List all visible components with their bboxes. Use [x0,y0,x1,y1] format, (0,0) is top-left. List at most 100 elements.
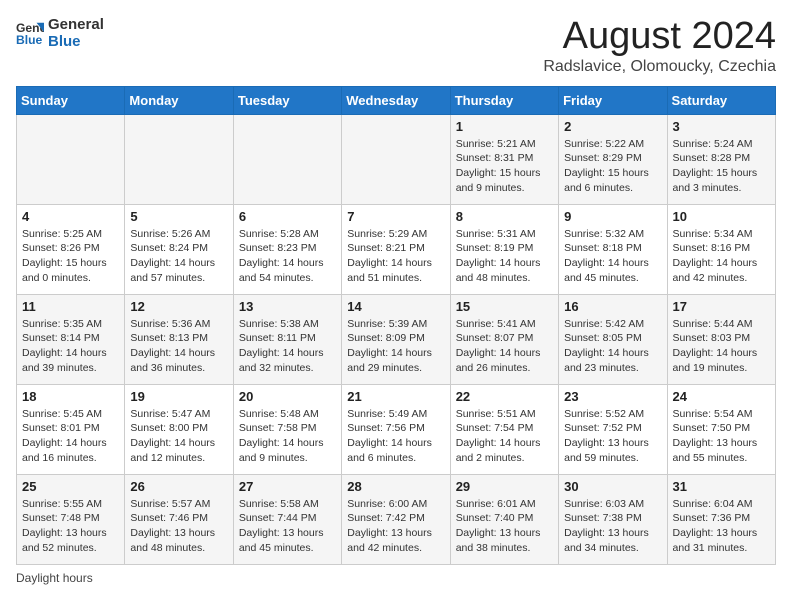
day-cell: 5Sunrise: 5:26 AM Sunset: 8:24 PM Daylig… [125,204,233,294]
day-cell: 8Sunrise: 5:31 AM Sunset: 8:19 PM Daylig… [450,204,558,294]
day-number: 22 [456,389,553,404]
day-info: Sunrise: 5:57 AM Sunset: 7:46 PM Dayligh… [130,497,227,556]
day-info: Sunrise: 5:26 AM Sunset: 8:24 PM Dayligh… [130,227,227,286]
day-info: Sunrise: 5:41 AM Sunset: 8:07 PM Dayligh… [456,317,553,376]
day-cell: 7Sunrise: 5:29 AM Sunset: 8:21 PM Daylig… [342,204,450,294]
day-cell [233,114,341,204]
day-info: Sunrise: 5:24 AM Sunset: 8:28 PM Dayligh… [673,137,770,196]
week-row-2: 4 Sunrise: 5:25 AM Sunset: 8:26 PM Daylig… [17,204,776,294]
week-row-5: 25 Sunrise: 5:55 AM Sunset: 7:48 PM Dayli… [17,474,776,564]
day-info: Sunrise: 5:58 AM Sunset: 7:44 PM Dayligh… [239,497,336,556]
day-number: 14 [347,299,444,314]
day-number: 27 [239,479,336,494]
day-cell: 30Sunrise: 6:03 AM Sunset: 7:38 PM Dayli… [559,474,667,564]
page-header: General Blue General Blue August 2024 Ra… [16,16,776,76]
day-cell: 15 Sunrise: 5:41 AM Sunset: 8:07 PM Dayli… [450,294,558,384]
day-cell [342,114,450,204]
day-cell: 31 Sunrise: 6:04 AM Sunset: 7:36 PM Dayli… [667,474,775,564]
day-info: Sunrise: 5:39 AM Sunset: 8:09 PM Dayligh… [347,317,444,376]
day-cell: 14 Sunrise: 5:39 AM Sunset: 8:09 PM Dayli… [342,294,450,384]
day-cell: 27 Sunrise: 5:58 AM Sunset: 7:44 PM Dayli… [233,474,341,564]
day-number: 31 [673,479,770,494]
logo-general: General [48,16,104,33]
day-number: 29 [456,479,553,494]
day-number: 1 [456,119,553,134]
week-row-3: 11 Sunrise: 5:35 AM Sunset: 8:14 PM Dayli… [17,294,776,384]
day-info: Sunrise: 5:22 AM Sunset: 8:29 PM Dayligh… [564,137,661,196]
logo: General Blue General Blue [16,16,104,50]
day-info: Sunrise: 6:00 AM Sunset: 7:42 PM Dayligh… [347,497,444,556]
day-info: Sunrise: 5:49 AM Sunset: 7:56 PM Dayligh… [347,407,444,466]
day-cell [125,114,233,204]
day-info: Sunrise: 5:28 AM Sunset: 8:23 PM Dayligh… [239,227,336,286]
day-cell: 25 Sunrise: 5:55 AM Sunset: 7:48 PM Dayli… [17,474,125,564]
day-info: Sunrise: 5:45 AM Sunset: 8:01 PM Dayligh… [22,407,119,466]
day-number: 13 [239,299,336,314]
day-number: 2 [564,119,661,134]
day-number: 10 [673,209,770,224]
day-cell: 12Sunrise: 5:36 AM Sunset: 8:13 PM Dayli… [125,294,233,384]
day-header-sunday: Sunday [17,86,125,114]
day-cell: 16 Sunrise: 5:42 AM Sunset: 8:05 PM Dayli… [559,294,667,384]
calendar-title: August 2024 [543,16,776,58]
day-number: 28 [347,479,444,494]
day-info: Sunrise: 5:31 AM Sunset: 8:19 PM Dayligh… [456,227,553,286]
day-cell: 21 Sunrise: 5:49 AM Sunset: 7:56 PM Dayli… [342,384,450,474]
day-cell: 11 Sunrise: 5:35 AM Sunset: 8:14 PM Dayli… [17,294,125,384]
day-cell: 10 Sunrise: 5:34 AM Sunset: 8:16 PM Dayli… [667,204,775,294]
logo-icon: General Blue [16,19,44,47]
day-cell: 22 Sunrise: 5:51 AM Sunset: 7:54 PM Dayli… [450,384,558,474]
day-number: 4 [22,209,119,224]
day-info: Sunrise: 5:44 AM Sunset: 8:03 PM Dayligh… [673,317,770,376]
day-cell: 28 Sunrise: 6:00 AM Sunset: 7:42 PM Dayli… [342,474,450,564]
day-number: 3 [673,119,770,134]
day-info: Sunrise: 6:01 AM Sunset: 7:40 PM Dayligh… [456,497,553,556]
day-info: Sunrise: 5:55 AM Sunset: 7:48 PM Dayligh… [22,497,119,556]
day-number: 17 [673,299,770,314]
day-number: 6 [239,209,336,224]
day-cell: 17 Sunrise: 5:44 AM Sunset: 8:03 PM Dayli… [667,294,775,384]
svg-text:Blue: Blue [16,33,43,47]
day-cell: 26Sunrise: 5:57 AM Sunset: 7:46 PM Dayli… [125,474,233,564]
day-info: Sunrise: 5:42 AM Sunset: 8:05 PM Dayligh… [564,317,661,376]
calendar-table: SundayMondayTuesdayWednesdayThursdayFrid… [16,86,776,565]
day-number: 19 [130,389,227,404]
day-number: 15 [456,299,553,314]
day-number: 7 [347,209,444,224]
logo-blue: Blue [48,33,81,50]
day-number: 30 [564,479,661,494]
day-number: 11 [22,299,119,314]
day-info: Sunrise: 6:04 AM Sunset: 7:36 PM Dayligh… [673,497,770,556]
calendar-body: 1Sunrise: 5:21 AM Sunset: 8:31 PM Daylig… [17,114,776,564]
day-cell: 4 Sunrise: 5:25 AM Sunset: 8:26 PM Daylig… [17,204,125,294]
calendar-subtitle: Radslavice, Olomoucky, Czechia [543,58,776,76]
day-number: 25 [22,479,119,494]
day-number: 9 [564,209,661,224]
day-number: 16 [564,299,661,314]
day-cell: 18Sunrise: 5:45 AM Sunset: 8:01 PM Dayli… [17,384,125,474]
day-number: 20 [239,389,336,404]
day-number: 21 [347,389,444,404]
day-cell: 20Sunrise: 5:48 AM Sunset: 7:58 PM Dayli… [233,384,341,474]
week-row-4: 18Sunrise: 5:45 AM Sunset: 8:01 PM Dayli… [17,384,776,474]
day-cell: 24Sunrise: 5:54 AM Sunset: 7:50 PM Dayli… [667,384,775,474]
day-info: Sunrise: 5:38 AM Sunset: 8:11 PM Dayligh… [239,317,336,376]
day-info: Sunrise: 5:35 AM Sunset: 8:14 PM Dayligh… [22,317,119,376]
day-number: 24 [673,389,770,404]
day-info: Sunrise: 5:51 AM Sunset: 7:54 PM Dayligh… [456,407,553,466]
week-row-1: 1Sunrise: 5:21 AM Sunset: 8:31 PM Daylig… [17,114,776,204]
day-info: Sunrise: 5:25 AM Sunset: 8:26 PM Dayligh… [22,227,119,286]
day-header-saturday: Saturday [667,86,775,114]
day-info: Sunrise: 5:47 AM Sunset: 8:00 PM Dayligh… [130,407,227,466]
day-header-wednesday: Wednesday [342,86,450,114]
title-block: August 2024 Radslavice, Olomoucky, Czech… [543,16,776,76]
day-number: 23 [564,389,661,404]
day-cell: 6 Sunrise: 5:28 AM Sunset: 8:23 PM Daylig… [233,204,341,294]
day-cell: 9 Sunrise: 5:32 AM Sunset: 8:18 PM Daylig… [559,204,667,294]
day-cell: 29 Sunrise: 6:01 AM Sunset: 7:40 PM Dayli… [450,474,558,564]
day-info: Sunrise: 5:34 AM Sunset: 8:16 PM Dayligh… [673,227,770,286]
day-cell: 3 Sunrise: 5:24 AM Sunset: 8:28 PM Daylig… [667,114,775,204]
day-header-monday: Monday [125,86,233,114]
day-info: Sunrise: 5:32 AM Sunset: 8:18 PM Dayligh… [564,227,661,286]
footer-note: Daylight hours [16,571,776,585]
